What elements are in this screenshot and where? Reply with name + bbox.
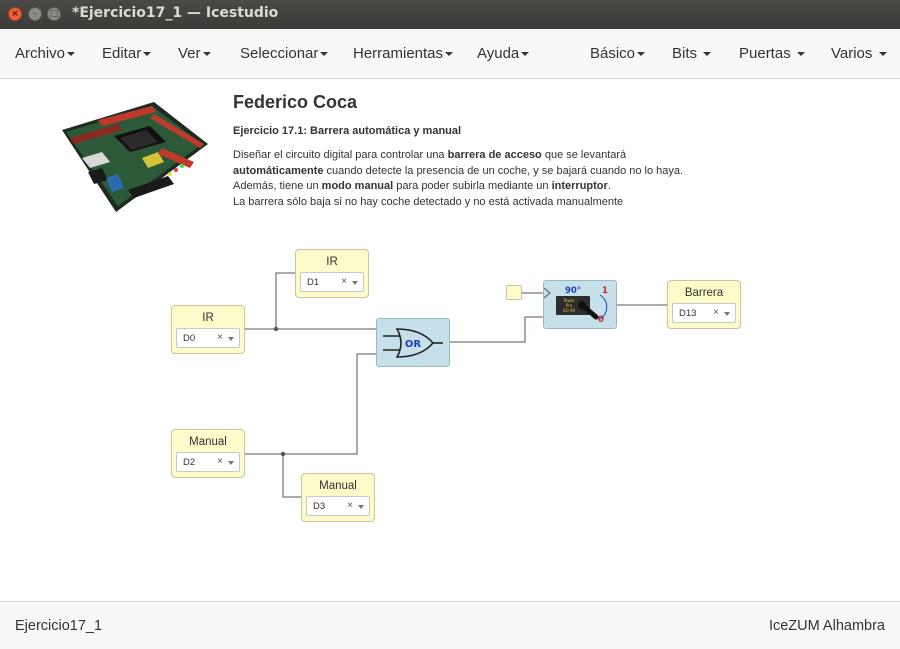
input-block-ir-d0[interactable]: IR D0 × [171,305,245,354]
wire-junction [273,326,279,332]
or-gate-label: OR [405,339,422,350]
wire [244,353,376,455]
pin-value: D2 [183,457,196,468]
clear-icon[interactable]: × [217,456,223,467]
input-block-ir-d1[interactable]: IR D1 × [295,249,369,298]
wire-junction [280,451,286,457]
servo-one-label: 1 [602,286,608,296]
or-gate-block[interactable]: OR [376,318,450,367]
clear-icon[interactable]: × [217,332,223,343]
block-label: Barrera [684,287,724,299]
servo-icon: 90° 1 0 Tower Pro SG-90 [543,286,608,325]
dropdown-arrow-icon[interactable] [228,461,234,465]
status-bar: Ejercicio17_1 IceZUM Alhambra [0,601,900,649]
pin-select[interactable]: D2 × [176,452,240,472]
input-block-manual-d2[interactable]: Manual D2 × [171,429,245,478]
block-label: Manual [189,436,227,448]
wire-layer [244,272,668,498]
constant-param-block[interactable] [506,285,522,300]
servo-angle-label: 90° [565,286,581,296]
dropdown-arrow-icon[interactable] [352,281,358,285]
input-block-manual-d3[interactable]: Manual D3 × [301,473,375,522]
pin-select[interactable]: D3 × [306,496,370,516]
clear-icon[interactable]: × [347,500,353,511]
block-label: IR [326,256,338,268]
block-label: Manual [319,480,357,492]
clear-icon[interactable]: × [341,276,347,287]
output-block-barrera[interactable]: Barrera D13 × [667,280,741,329]
pin-select[interactable]: D0 × [176,328,240,348]
wire [450,316,544,343]
pin-select[interactable]: D13 × [672,303,736,323]
clear-icon[interactable]: × [713,307,719,318]
wire [275,272,296,329]
or-gate-icon: OR [383,328,443,358]
pin-value: D1 [307,277,320,288]
dropdown-arrow-icon[interactable] [724,312,730,316]
pin-value: D0 [183,333,196,344]
wire [282,454,302,498]
block-label: IR [202,312,214,324]
board-name[interactable]: IceZUM Alhambra [769,618,885,634]
dropdown-arrow-icon[interactable] [228,337,234,341]
project-name: Ejercicio17_1 [15,618,103,634]
pin-select[interactable]: D1 × [300,272,364,292]
pin-value: D13 [679,308,697,319]
servo-brand-3: SG-90 [563,308,576,313]
servo-block[interactable]: 90° 1 0 Tower Pro SG-90 [543,280,617,329]
pin-value: D3 [313,501,326,512]
dropdown-arrow-icon[interactable] [358,505,364,509]
